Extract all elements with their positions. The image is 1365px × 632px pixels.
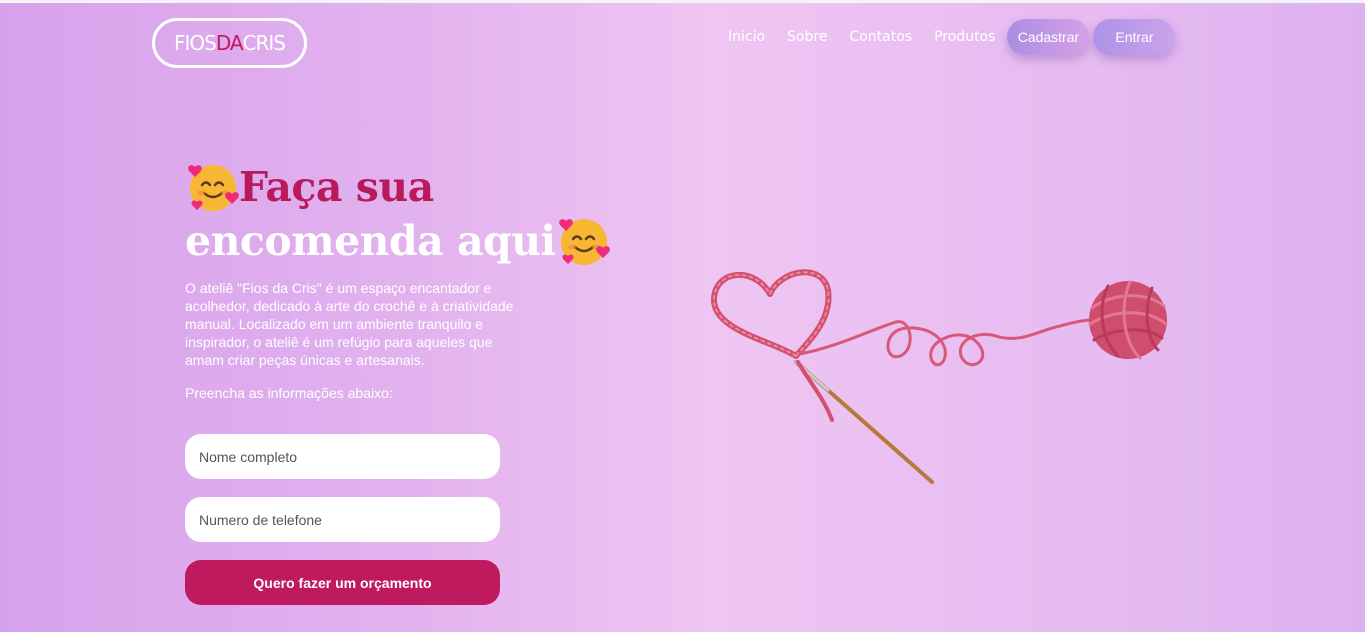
logo-text-cris: CRIS: [242, 31, 286, 55]
hero-title: Faça sua encomenda aqui: [185, 160, 625, 268]
login-button[interactable]: Entrar: [1093, 19, 1176, 55]
nav-link-sobre[interactable]: Sobre: [787, 29, 827, 45]
main-nav: Inicio Sobre Contatos Produtos Cadastrar…: [728, 18, 1176, 56]
hero-title-text-1: Faça sua: [239, 163, 434, 211]
signup-button[interactable]: Cadastrar: [1007, 19, 1090, 55]
quote-submit-button[interactable]: Quero fazer um orçamento: [185, 560, 500, 605]
form-instructions: Preencha as informações abaixo:: [185, 385, 393, 401]
nav-link-contatos[interactable]: Contatos: [849, 29, 912, 45]
top-border: [0, 0, 1365, 3]
smiling-face-with-hearts-icon: [558, 219, 610, 265]
hero-description: O ateliê "Fios da Cris" é um espaço enca…: [185, 280, 514, 368]
logo-text-fios: FIOS: [173, 31, 217, 55]
nav-link-inicio[interactable]: Inicio: [728, 29, 765, 45]
nav-link-produtos[interactable]: Produtos: [934, 29, 995, 45]
logo-text-da: DA: [215, 31, 244, 55]
name-input[interactable]: [185, 434, 500, 479]
hero-title-line2: encomenda aqui: [185, 214, 625, 268]
hero-title-line1: Faça sua: [185, 160, 625, 214]
phone-input[interactable]: [185, 497, 500, 542]
smiling-face-with-hearts-icon: [188, 165, 239, 211]
logo[interactable]: FIOS DA CRIS: [152, 18, 307, 68]
hero-title-text-2: encomenda aqui: [185, 217, 556, 265]
yarn-heart-crochet-hook-icon: [710, 269, 1168, 484]
